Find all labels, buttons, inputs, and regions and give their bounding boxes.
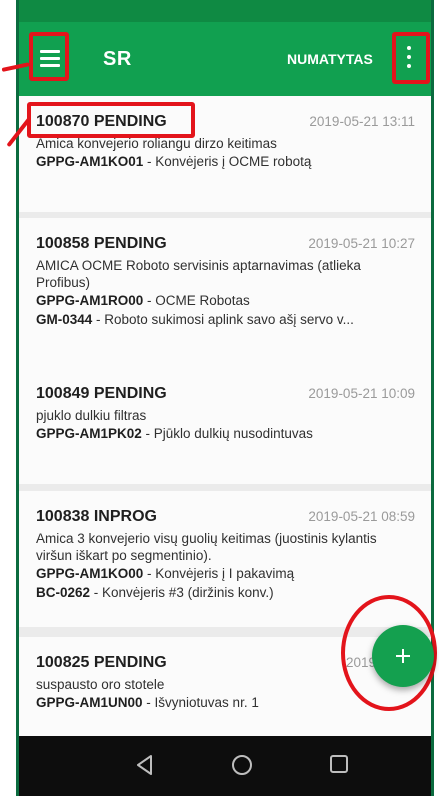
numatytas-button[interactable]: NUMATYTAS	[287, 51, 373, 67]
asset-code: GPPG-AM1UN00	[36, 695, 143, 710]
menu-highlight	[29, 32, 69, 81]
asset-line: GPPG-AM1KO01 - Konvėjeris į OCME robotą	[36, 152, 415, 171]
system-nav-bar	[19, 736, 431, 796]
request-id-status: 100838 INPROG	[36, 508, 157, 525]
recents-icon[interactable]	[330, 755, 348, 773]
request-date: 2019-05-21 10:09	[308, 386, 415, 401]
left-frame	[0, 0, 20, 796]
request-description: Amica 3 konvejerio visų guolių keitimas …	[36, 531, 377, 563]
add-request-button[interactable]	[372, 625, 434, 687]
asset-text: - Konvėjeris į I pakavimą	[143, 566, 295, 581]
plus-icon-vertical	[402, 649, 404, 663]
asset-line: GPPG-AM1KO00 - Konvėjeris į I pakavimą	[36, 564, 415, 583]
component-code: BC-0262	[36, 585, 91, 600]
component-text: - Roboto sukimosi aplink savo ašį servo …	[92, 312, 354, 327]
asset-code: GPPG-AM1KO01	[36, 154, 144, 169]
request-date: 2019-05-21 13:11	[309, 114, 415, 129]
request-id-status: 100849 PENDING	[36, 385, 167, 402]
request-date: 2019-05-21 10:27	[308, 236, 415, 251]
list-item[interactable]: 100858 PENDING 2019-05-21 10:27 AMICA OC…	[19, 218, 431, 378]
request-description: pjuklo dulkiu filtras	[36, 408, 147, 423]
asset-text: - Konvėjeris į OCME robotą	[143, 154, 312, 169]
asset-line: GPPG-AM1PK02 - Pjūklo dulkių nusodintuva…	[36, 424, 415, 443]
component-line: BC-0262 - Konvėjeris #3 (diržinis konv.)	[36, 583, 415, 602]
back-icon[interactable]	[135, 754, 155, 776]
asset-code: GPPG-AM1RO00	[36, 293, 144, 308]
status-bar	[19, 0, 431, 22]
asset-code: GPPG-AM1PK02	[36, 426, 142, 441]
request-date: 2019-05-21 08:59	[308, 509, 415, 524]
component-line: GM-0344 - Roboto sukimosi aplink savo aš…	[36, 310, 415, 329]
overflow-highlight	[392, 32, 430, 84]
asset-code: GPPG-AM1KO00	[36, 566, 144, 581]
home-icon[interactable]	[232, 755, 252, 775]
asset-text: - Išvyniotuvas nr. 1	[142, 695, 259, 710]
app-bar: SR NUMATYTAS	[19, 22, 431, 96]
component-code: GM-0344	[36, 312, 93, 327]
app-title: SR	[103, 48, 132, 70]
request-id-status: 100825 PENDING	[36, 654, 167, 671]
component-text: - Konvėjeris #3 (diržinis konv.)	[90, 585, 274, 600]
asset-text: - OCME Robotas	[143, 293, 250, 308]
asset-text: - Pjūklo dulkių nusodintuvas	[141, 426, 313, 441]
request-description: AMICA OCME Roboto servisinis aptarnavima…	[36, 258, 361, 290]
request-id-status: 100858 PENDING	[36, 235, 167, 252]
request-id-highlight	[27, 102, 195, 138]
list-item[interactable]: 100849 PENDING 2019-05-21 10:09 pjuklo d…	[19, 368, 431, 484]
asset-line: GPPG-AM1RO00 - OCME Robotas	[36, 291, 415, 310]
